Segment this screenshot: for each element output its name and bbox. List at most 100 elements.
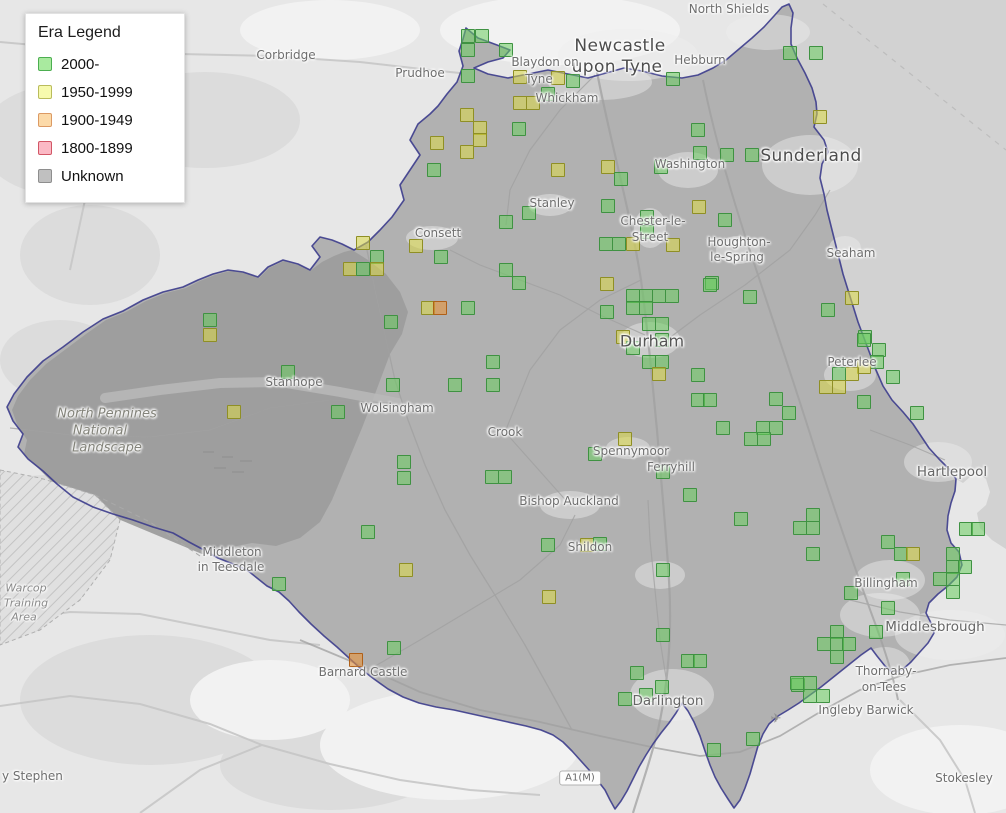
era-square[interactable] <box>946 572 960 586</box>
era-square[interactable] <box>816 689 830 703</box>
era-square[interactable] <box>869 625 883 639</box>
era-square[interactable] <box>790 676 804 690</box>
era-square[interactable] <box>551 71 565 85</box>
era-square[interactable] <box>461 69 475 83</box>
era-square[interactable] <box>958 560 972 574</box>
era-square[interactable] <box>809 46 823 60</box>
era-square[interactable] <box>666 238 680 252</box>
era-square[interactable] <box>386 378 400 392</box>
era-square[interactable] <box>806 508 820 522</box>
era-square[interactable] <box>485 470 499 484</box>
era-square[interactable] <box>203 328 217 342</box>
era-square[interactable] <box>331 405 345 419</box>
era-square[interactable] <box>703 278 717 292</box>
era-square[interactable] <box>356 262 370 276</box>
era-square[interactable] <box>203 313 217 327</box>
era-square[interactable] <box>832 367 846 381</box>
era-square[interactable] <box>473 133 487 147</box>
era-square[interactable] <box>614 172 628 186</box>
era-square[interactable] <box>513 96 527 110</box>
era-square[interactable] <box>600 305 614 319</box>
era-square[interactable] <box>512 276 526 290</box>
era-square[interactable] <box>845 291 859 305</box>
era-square[interactable] <box>821 303 835 317</box>
era-square[interactable] <box>626 301 640 315</box>
era-square[interactable] <box>933 572 947 586</box>
era-square[interactable] <box>793 521 807 535</box>
era-square[interactable] <box>716 421 730 435</box>
era-square[interactable] <box>448 378 462 392</box>
era-square[interactable] <box>692 200 706 214</box>
era-square[interactable] <box>639 301 653 315</box>
era-square[interactable] <box>434 250 448 264</box>
era-square[interactable] <box>665 289 679 303</box>
era-square[interactable] <box>783 46 797 60</box>
era-square[interactable] <box>409 239 423 253</box>
era-square[interactable] <box>734 512 748 526</box>
era-square[interactable] <box>886 370 900 384</box>
era-square[interactable] <box>857 333 871 347</box>
era-square[interactable] <box>971 522 985 536</box>
era-square[interactable] <box>397 455 411 469</box>
era-square[interactable] <box>707 743 721 757</box>
era-square[interactable] <box>399 563 413 577</box>
era-square[interactable] <box>746 732 760 746</box>
era-square[interactable] <box>526 96 540 110</box>
era-square[interactable] <box>356 236 370 250</box>
era-square[interactable] <box>599 237 613 251</box>
era-square[interactable] <box>656 628 670 642</box>
era-square[interactable] <box>718 213 732 227</box>
era-square[interactable] <box>906 547 920 561</box>
era-square[interactable] <box>499 263 513 277</box>
era-square[interactable] <box>857 395 871 409</box>
era-square[interactable] <box>513 70 527 84</box>
era-square[interactable] <box>522 206 536 220</box>
era-square[interactable] <box>499 43 513 57</box>
era-square[interactable] <box>946 585 960 599</box>
era-square[interactable] <box>566 74 580 88</box>
era-square[interactable] <box>842 637 856 651</box>
era-square[interactable] <box>640 225 654 239</box>
era-square[interactable] <box>551 163 565 177</box>
era-square[interactable] <box>461 301 475 315</box>
era-square[interactable] <box>845 367 859 381</box>
era-square[interactable] <box>349 653 363 667</box>
era-square[interactable] <box>512 122 526 136</box>
era-square[interactable] <box>626 341 640 355</box>
era-square[interactable] <box>782 406 796 420</box>
era-square[interactable] <box>499 215 513 229</box>
era-square[interactable] <box>819 380 833 394</box>
era-square[interactable] <box>475 29 489 43</box>
era-square[interactable] <box>844 586 858 600</box>
era-square[interactable] <box>703 393 717 407</box>
era-square[interactable] <box>461 43 475 57</box>
era-square[interactable] <box>593 537 607 551</box>
era-square[interactable] <box>588 447 602 461</box>
era-square[interactable] <box>626 237 640 251</box>
era-square[interactable] <box>430 136 444 150</box>
era-square[interactable] <box>666 72 680 86</box>
era-square[interactable] <box>652 289 666 303</box>
era-square[interactable] <box>361 525 375 539</box>
era-square[interactable] <box>654 160 668 174</box>
era-square[interactable] <box>384 315 398 329</box>
era-square[interactable] <box>601 199 615 213</box>
era-square[interactable] <box>601 160 615 174</box>
era-square[interactable] <box>486 378 500 392</box>
era-square[interactable] <box>881 601 895 615</box>
era-square[interactable] <box>600 277 614 291</box>
era-square[interactable] <box>691 368 705 382</box>
era-square[interactable] <box>655 333 669 347</box>
era-square[interactable] <box>486 355 500 369</box>
era-square[interactable] <box>630 666 644 680</box>
era-square[interactable] <box>813 110 827 124</box>
era-square[interactable] <box>693 146 707 160</box>
era-square[interactable] <box>618 692 632 706</box>
era-square[interactable] <box>387 641 401 655</box>
era-square[interactable] <box>693 654 707 668</box>
era-square[interactable] <box>806 547 820 561</box>
era-square[interactable] <box>806 521 820 535</box>
era-square[interactable] <box>541 538 555 552</box>
era-square[interactable] <box>433 301 447 315</box>
era-square[interactable] <box>640 210 654 224</box>
